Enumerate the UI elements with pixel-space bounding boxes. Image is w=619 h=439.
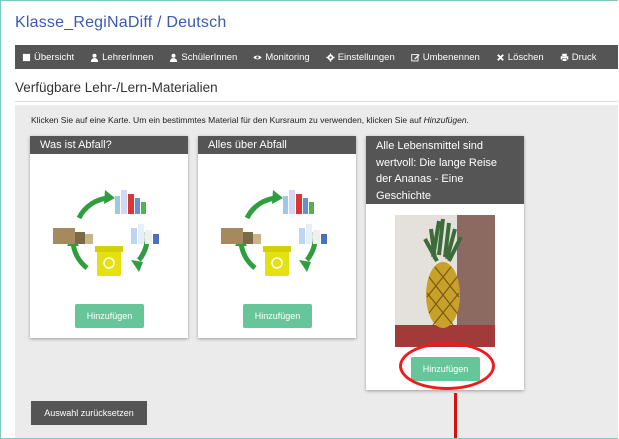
nav-item-label: Umbenennen	[422, 51, 480, 63]
card-title: Alles über Abfall	[198, 136, 356, 154]
nav-item-rename[interactable]: Umbenennen	[404, 45, 489, 69]
nav-item-print[interactable]: Druck	[553, 45, 606, 69]
nav-item-label: Übersicht	[34, 51, 75, 63]
materials-panel: Klicken Sie auf eine Karte. Um ein besti…	[15, 105, 618, 438]
page-frame: Klasse_RegiNaDiff / Deutsch Übersicht Le…	[0, 0, 618, 439]
gear-icon	[326, 52, 335, 62]
instruction-sentence: Klicken Sie auf eine Karte. Um ein besti…	[31, 115, 424, 125]
instruction-action: Hinzufügen.	[423, 115, 469, 125]
main-navbar: Übersicht LehrerInnen SchülerInnen Monit…	[15, 45, 618, 69]
nav-item-students[interactable]: SchülerInnen	[162, 45, 246, 69]
nav-item-label: Druck	[571, 51, 597, 63]
highlight-pointer-line	[454, 393, 457, 438]
nav-item-delete[interactable]: Löschen	[489, 45, 553, 69]
highlight-circle	[399, 342, 495, 390]
reset-selection-button[interactable]: Auswahl zurücksetzen	[31, 401, 147, 425]
card-title: Was ist Abfall?	[30, 136, 188, 154]
nav-item-label: LehrerInnen	[102, 51, 154, 63]
divider	[15, 101, 618, 102]
print-icon	[560, 53, 568, 62]
nav-item-label: Einstellungen	[337, 51, 395, 63]
add-button[interactable]: Hinzufügen	[243, 304, 312, 328]
pineapple-photo	[395, 215, 495, 347]
nav-item-label: SchülerInnen	[181, 51, 238, 63]
close-icon	[496, 53, 504, 61]
nav-item-settings[interactable]: Einstellungen	[319, 45, 404, 69]
user-icon	[91, 53, 99, 62]
add-button[interactable]: Hinzufügen	[75, 304, 144, 328]
eye-icon	[253, 55, 262, 59]
material-card-what-is-waste[interactable]: Was ist Abfall? Hinzufügen	[30, 136, 188, 338]
page-title: Klasse_RegiNaDiff / Deutsch	[15, 14, 227, 31]
nav-item-label: Löschen	[507, 51, 544, 63]
user-icon	[170, 53, 178, 62]
instruction-text: Klicken Sie auf eine Karte. Um ein besti…	[31, 115, 469, 125]
nav-item-monitoring[interactable]: Monitoring	[246, 45, 318, 69]
card-title: Alle Lebensmittel sind wertvoll: Die lan…	[366, 136, 524, 204]
nav-item-teachers[interactable]: LehrerInnen	[83, 45, 162, 69]
edit-icon	[411, 53, 420, 61]
material-card-all-about-waste[interactable]: Alles über Abfall Hinzufügen	[198, 136, 356, 338]
recycling-cycle-image	[221, 190, 327, 276]
recycling-cycle-image	[53, 190, 159, 276]
nav-item-overview[interactable]: Übersicht	[15, 45, 83, 69]
materials-heading: Verfügbare Lehr-/Lern-Materialien	[15, 80, 218, 95]
nav-item-label: Monitoring	[265, 51, 310, 63]
book-icon	[22, 53, 31, 61]
